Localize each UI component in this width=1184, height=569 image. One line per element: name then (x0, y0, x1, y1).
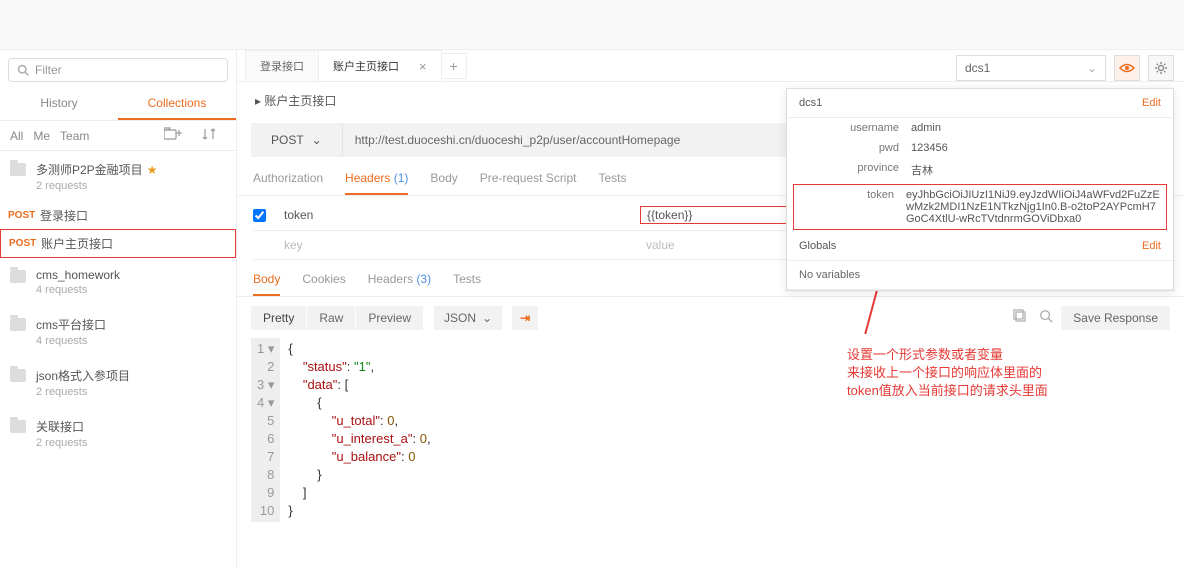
content-area: dcs1 ⌄ dcs1 Edit username admin pwd 123456… (237, 50, 1184, 569)
collection-count: 2 requests (36, 386, 226, 398)
request-item[interactable]: POST 账户主页接口 (0, 229, 236, 258)
wrap-toggle[interactable]: ⇥ (512, 306, 538, 330)
tab-tests[interactable]: Tests (598, 171, 626, 195)
resp-tab-tests[interactable]: Tests (453, 272, 481, 296)
search-icon (17, 64, 29, 76)
globals-label: Globals (799, 240, 836, 252)
collection-item[interactable]: cms_homework 4 requests (0, 258, 236, 306)
request-item[interactable]: POST 登录接口 (0, 202, 236, 229)
collection-item[interactable]: cms平台接口 4 requests (0, 306, 236, 357)
environment-selected: dcs1 (965, 61, 990, 75)
copy-icon[interactable] (1009, 305, 1031, 330)
header-checkbox[interactable] (253, 209, 266, 222)
collection-name: 关联接口 (36, 418, 226, 435)
search-icon[interactable] (1035, 305, 1057, 330)
header-key[interactable]: token (280, 208, 640, 222)
format-select[interactable]: JSON ⌄ (434, 306, 502, 330)
tab-headers[interactable]: Headers (1) (345, 171, 408, 195)
edit-env-link[interactable]: Edit (1142, 97, 1161, 109)
var-value: admin (911, 122, 1161, 134)
var-value: 123456 (911, 142, 1161, 154)
collection-name: json格式入参项目 (36, 367, 226, 384)
collection-name: cms_homework (36, 268, 226, 282)
header-key-placeholder[interactable]: key (280, 238, 640, 252)
collection-name: cms平台接口 (36, 316, 226, 333)
scope-me[interactable]: Me (33, 129, 50, 143)
new-collection-icon[interactable] (164, 127, 182, 144)
tab-collections[interactable]: Collections (118, 88, 236, 120)
code-content: { "status": "1", "data": [ { "u_total": … (280, 338, 438, 522)
scope-all[interactable]: All (10, 129, 23, 143)
collection-name: 多测师P2P金融项目 (36, 163, 143, 177)
var-value: eyJhbGciOiJIUzI1NiJ9.eyJzdWIiOiJ4aWFvd2F… (906, 189, 1160, 225)
folder-icon (10, 420, 26, 433)
method-tag: POST (8, 210, 40, 221)
no-variables-text: No variables (787, 261, 1173, 290)
collection-count: 2 requests (36, 437, 226, 449)
collection-item[interactable]: 关联接口 2 requests (0, 408, 236, 459)
add-tab-button[interactable]: + (441, 53, 467, 79)
folder-icon (10, 318, 26, 331)
environment-quicklook-button[interactable] (1114, 55, 1140, 81)
star-icon: ★ (147, 163, 158, 177)
request-tab[interactable]: 账户主页接口× (318, 50, 442, 81)
chevron-down-icon: ⌄ (312, 133, 322, 147)
edit-globals-link[interactable]: Edit (1142, 240, 1161, 252)
request-name: 登录接口 (40, 207, 88, 224)
line-gutter: 1 ▾23 ▾4 ▾5678910 (251, 338, 280, 522)
tab-body[interactable]: Body (430, 171, 457, 195)
scope-team[interactable]: Team (60, 129, 89, 143)
var-key: pwd (799, 142, 899, 154)
tab-history[interactable]: History (0, 88, 118, 120)
chevron-down-icon: ⌄ (1087, 61, 1097, 75)
folder-icon (10, 369, 26, 382)
environment-popover: dcs1 Edit username admin pwd 123456 provin… (786, 88, 1174, 291)
tab-prerequest[interactable]: Pre-request Script (480, 171, 577, 195)
resp-tab-cookies[interactable]: Cookies (302, 272, 345, 296)
sidebar: Filter History Collections All Me Team (0, 50, 237, 569)
filter-input[interactable]: Filter (8, 58, 228, 82)
view-pretty[interactable]: Pretty (251, 306, 306, 330)
var-key: token (800, 189, 894, 225)
settings-button[interactable] (1148, 55, 1174, 81)
collection-item[interactable]: json格式入参项目 2 requests (0, 357, 236, 408)
view-preview[interactable]: Preview (356, 306, 423, 330)
close-icon[interactable]: × (419, 59, 427, 74)
filter-placeholder: Filter (35, 63, 62, 77)
var-value: 吉林 (911, 162, 1161, 178)
env-name: dcs1 (799, 97, 822, 109)
save-response-button[interactable]: Save Response (1061, 306, 1170, 330)
resp-tab-body[interactable]: Body (253, 272, 280, 296)
method-tag: POST (9, 238, 41, 249)
chevron-down-icon: ⌄ (482, 311, 492, 325)
request-name: 账户主页接口 (41, 235, 113, 252)
collection-count: 2 requests (36, 180, 226, 192)
collection-count: 4 requests (36, 335, 226, 347)
collection-count: 4 requests (36, 284, 226, 296)
sort-icon[interactable] (202, 127, 216, 144)
collection-item[interactable]: 多测师P2P金融项目 ★ 2 requests (0, 151, 236, 202)
method-select[interactable]: POST ⌄ (251, 123, 342, 157)
folder-icon (10, 163, 26, 176)
resp-tab-headers[interactable]: Headers (3) (368, 272, 431, 296)
request-tab[interactable]: 登录接口 (245, 50, 319, 81)
annotation-text: 设置一个形式参数或者变量 来接收上一个接口的响应体里面的 token值放入当前接… (847, 346, 1048, 400)
view-raw[interactable]: Raw (307, 306, 355, 330)
environment-select[interactable]: dcs1 ⌄ (956, 55, 1106, 81)
app-top-bar (0, 0, 1184, 50)
folder-icon (10, 270, 26, 283)
var-key: username (799, 122, 899, 134)
tab-authorization[interactable]: Authorization (253, 171, 323, 195)
var-key: province (799, 162, 899, 178)
